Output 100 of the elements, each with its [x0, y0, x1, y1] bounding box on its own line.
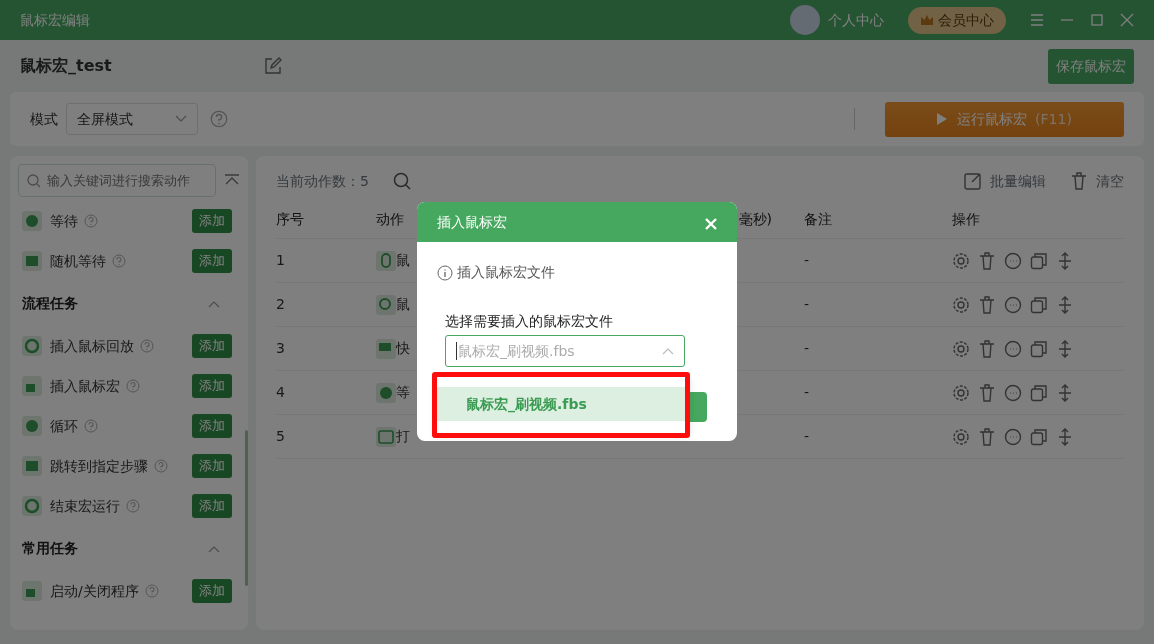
toolbar-link[interactable]: 清空	[1070, 170, 1124, 192]
help-icon	[210, 110, 228, 128]
play-icon	[937, 113, 948, 125]
gear-icon[interactable]	[952, 383, 970, 402]
copy-icon[interactable]	[1030, 339, 1048, 358]
more-icon[interactable]	[1004, 383, 1022, 402]
menu-icon[interactable]	[1030, 13, 1044, 27]
action-icon	[376, 382, 396, 403]
add-button[interactable]: 添加	[192, 334, 232, 358]
add-button[interactable]: 添加	[192, 209, 232, 233]
add-button[interactable]: 添加	[192, 414, 232, 438]
action-icon	[22, 416, 42, 436]
section-title: 常用任务	[22, 539, 78, 558]
action-name: 结束宏运行	[50, 496, 120, 516]
help-icon	[126, 499, 140, 513]
search-field[interactable]: 输入关键词进行搜索动作	[18, 164, 216, 197]
chevron-up-icon[interactable]	[208, 544, 220, 553]
add-button[interactable]: 添加	[192, 579, 232, 603]
search-icon	[27, 174, 41, 188]
toolbar-link[interactable]: 批量编辑	[964, 170, 1046, 192]
gear-icon[interactable]	[952, 251, 970, 270]
table-cell-text: 等	[396, 383, 410, 402]
trash-icon[interactable]	[978, 427, 996, 446]
search-icon[interactable]	[392, 172, 411, 190]
action-name: 跳转到指定步骤	[50, 456, 148, 476]
action-name: 循环	[50, 416, 78, 436]
action-icon	[376, 294, 396, 315]
profile-link[interactable]: 个人中心	[828, 9, 884, 31]
action-name: 启动/关闭程序	[50, 581, 139, 601]
help-icon	[112, 254, 126, 268]
copy-icon[interactable]	[1030, 295, 1048, 314]
table-cell: 5	[276, 428, 285, 444]
move-icon[interactable]	[1056, 383, 1074, 402]
macro-name: 鼠标宏_test	[20, 55, 113, 77]
mode-select[interactable]: 全屏模式	[66, 103, 198, 135]
save-button[interactable]: 保存鼠标宏	[1048, 48, 1134, 84]
action-name: 插入鼠标宏	[50, 376, 120, 396]
file-select[interactable]: 鼠标宏_刷视频.fbs	[445, 335, 685, 367]
more-icon[interactable]	[1004, 295, 1022, 314]
help-icon	[84, 214, 98, 228]
column-header: 备注	[804, 211, 832, 227]
table-cell: -	[804, 428, 810, 444]
add-button[interactable]: 添加	[192, 374, 232, 398]
action-count: 当前动作数：5	[276, 171, 369, 191]
add-button[interactable]: 添加	[192, 454, 232, 478]
action-icon	[22, 376, 42, 396]
move-icon[interactable]	[1056, 295, 1074, 314]
more-icon[interactable]	[1004, 427, 1022, 446]
column-header: 操作	[952, 211, 980, 227]
chevron-down-icon	[175, 115, 187, 123]
more-icon[interactable]	[1004, 339, 1022, 358]
move-icon[interactable]	[1056, 427, 1074, 446]
action-name: 随机等待	[50, 251, 106, 271]
trash-icon[interactable]	[978, 251, 996, 270]
avatar	[790, 5, 820, 35]
edit-icon[interactable]	[264, 57, 282, 75]
trash-icon	[1070, 172, 1088, 190]
copy-icon[interactable]	[1030, 383, 1048, 402]
copy-icon[interactable]	[1030, 251, 1048, 270]
action-icon	[376, 426, 396, 447]
column-header: 毫秒)	[738, 211, 772, 227]
table-cell: 2	[276, 296, 285, 312]
trash-icon[interactable]	[978, 339, 996, 358]
more-icon[interactable]	[1004, 251, 1022, 270]
maximize-icon[interactable]	[1090, 13, 1104, 27]
column-header: 动作	[376, 211, 404, 227]
copy-icon[interactable]	[1030, 427, 1048, 446]
close-icon[interactable]	[705, 217, 717, 230]
crown-icon	[920, 14, 934, 26]
table-cell-text: 鼠	[396, 295, 410, 314]
table-cell: 3	[276, 340, 285, 356]
vip-button[interactable]: 会员中心	[908, 6, 1006, 34]
add-button[interactable]: 添加	[192, 494, 232, 518]
action-icon	[22, 251, 42, 271]
help-icon	[126, 379, 140, 393]
action-name: 等待	[50, 211, 78, 231]
gear-icon[interactable]	[952, 295, 970, 314]
move-icon[interactable]	[1056, 251, 1074, 270]
run-button[interactable]: 运行鼠标宏 (F11)	[885, 101, 1124, 137]
help-icon	[144, 584, 159, 598]
gear-icon[interactable]	[952, 339, 970, 358]
help-icon	[84, 419, 98, 433]
add-button[interactable]: 添加	[192, 249, 232, 273]
table-cell: -	[804, 252, 810, 268]
action-icon	[22, 496, 42, 516]
close-icon[interactable]	[1120, 13, 1134, 27]
mode-label: 模式	[30, 109, 58, 129]
column-header: 序号	[276, 211, 304, 227]
table-cell-text: 快	[396, 339, 410, 358]
trash-icon[interactable]	[978, 383, 996, 402]
table-cell: -	[804, 296, 810, 312]
move-icon[interactable]	[1056, 339, 1074, 358]
dialog-title: 插入鼠标宏	[437, 212, 507, 232]
help-icon	[154, 459, 168, 473]
scrollbar[interactable]	[245, 430, 248, 586]
gear-icon[interactable]	[952, 427, 970, 446]
trash-icon[interactable]	[978, 295, 996, 314]
table-cell-text: 打	[396, 427, 410, 446]
chevron-up-icon[interactable]	[208, 299, 220, 308]
table-cell: -	[804, 384, 810, 400]
